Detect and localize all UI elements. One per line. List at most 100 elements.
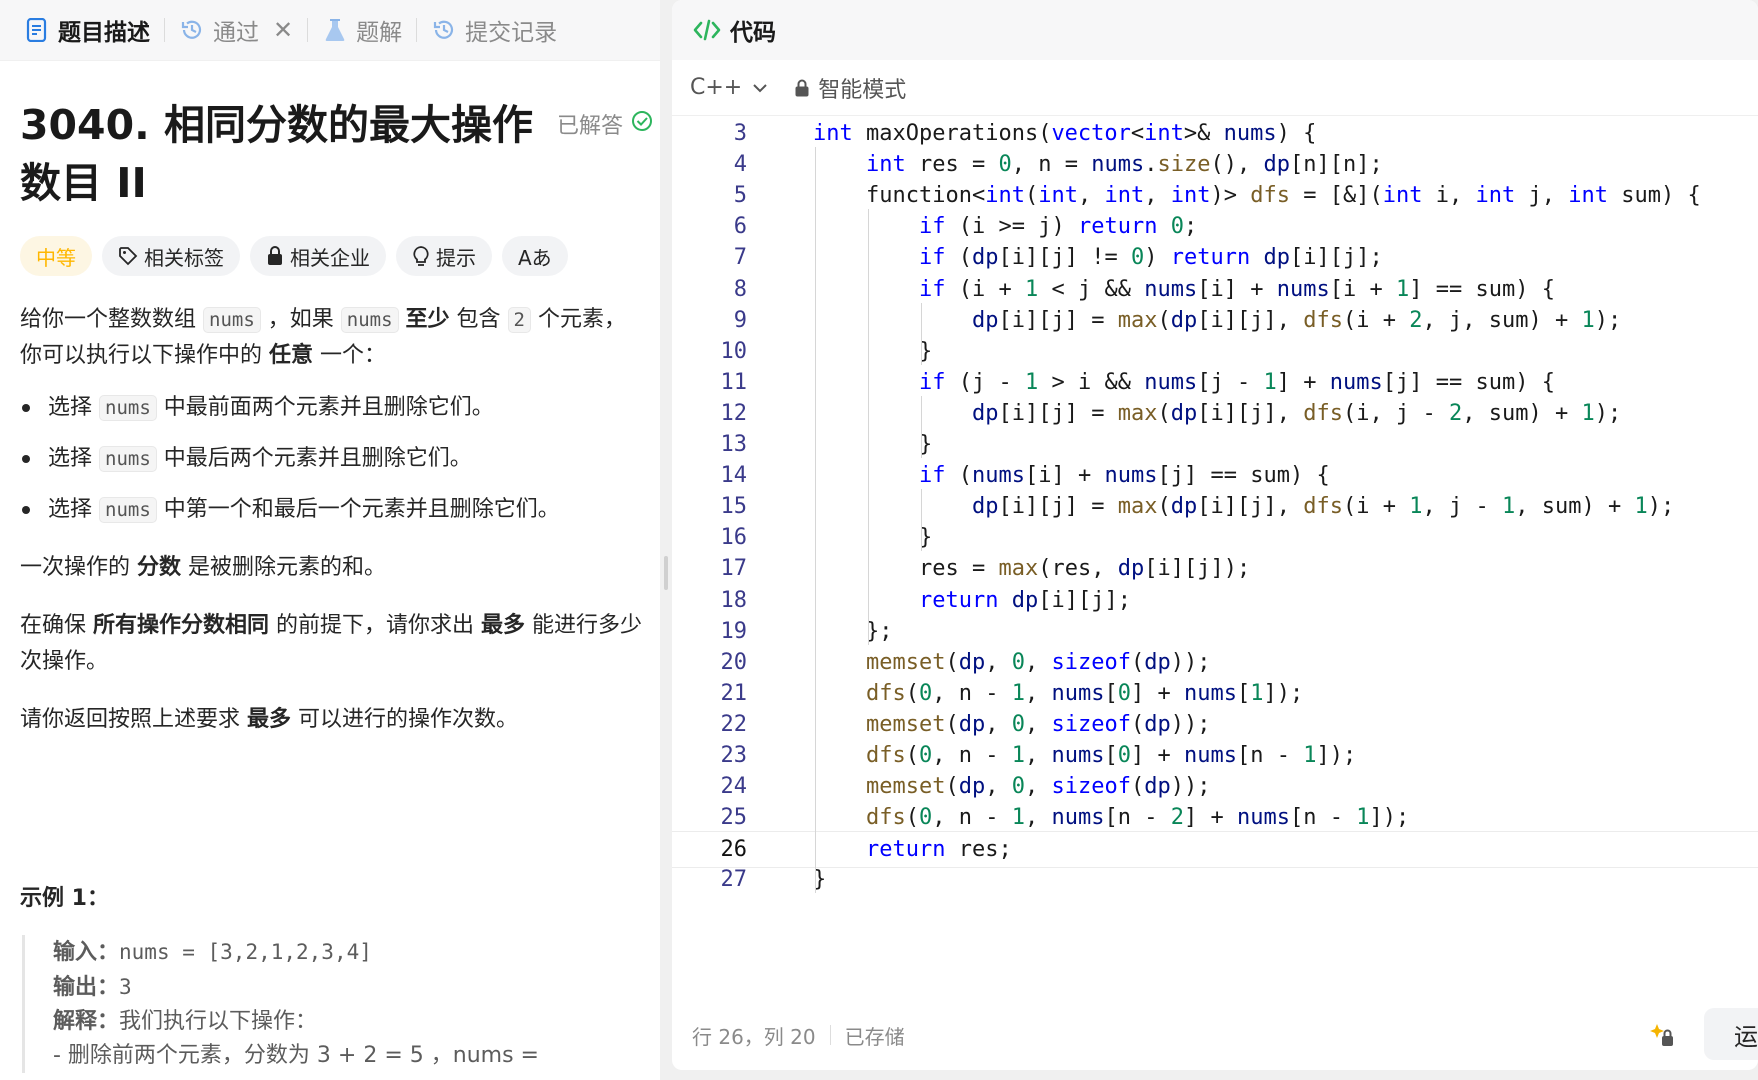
tab-submissions[interactable]: 提交记录 <box>421 0 567 60</box>
close-icon[interactable]: ✕ <box>273 16 293 44</box>
text: 的前提下，请你求出 <box>269 613 482 638</box>
lightbulb-icon <box>412 245 430 267</box>
text: 给你一个整数数组 <box>20 307 203 332</box>
description-paragraph: 请你返回按照上述要求 最多 可以进行的操作次数。 <box>20 702 650 738</box>
code-line[interactable]: 14 if (nums[i] + nums[j] == sum) { <box>672 458 1758 493</box>
code-line[interactable]: 10} <box>672 334 1758 369</box>
tab-accepted[interactable]: 通过 ✕ <box>169 0 303 60</box>
line-number: 3 <box>733 121 747 146</box>
run-button[interactable]: 运行 <box>1704 1008 1758 1060</box>
code-line[interactable]: 8 if (i + 1 < j && nums[i] + nums[i + 1] … <box>672 272 1758 307</box>
input-value: nums = [3,2,1,2,3,4] <box>119 940 372 964</box>
code-line[interactable]: 19}; <box>672 614 1758 649</box>
code-text: res = max(res, dp[i][j]); <box>919 556 1251 582</box>
code-text: function<int(int, int, int)> dfs = [&](i… <box>866 183 1701 209</box>
inline-code: nums <box>99 395 157 421</box>
line-number: 7 <box>733 245 747 271</box>
example-explanation: 解释：我们执行以下操作： <box>53 1005 660 1039</box>
related-tags-button[interactable]: 相关标签 <box>102 236 240 276</box>
line-number: 23 <box>720 743 748 768</box>
history-icon <box>431 17 457 43</box>
line-number: 16 <box>720 525 748 551</box>
code-line[interactable]: 23 dfs(0, n - 1, nums[0] + nums[n - 1]); <box>672 738 1758 773</box>
indent-guide <box>921 395 922 459</box>
code-text: if (j - 1 > i && nums[j - 1] + nums[j] =… <box>919 369 1555 395</box>
tab-divider <box>416 18 418 42</box>
code-line[interactable]: 18 return dp[i][j]; <box>672 583 1758 618</box>
code-text: dfs(0, n - 1, nums[0] + nums[n - 1]); <box>866 743 1357 768</box>
line-number: 9 <box>733 307 747 333</box>
text: 选择 <box>48 395 99 420</box>
code-line[interactable]: 20 memset(dp, 0, sizeof(dp)); <box>672 645 1758 680</box>
panel-splitter[interactable] <box>660 0 672 1080</box>
smart-mode-label: 智能模式 <box>818 77 907 103</box>
code-line[interactable]: 9 dp[i][j] = max(dp[i][j], dfs(i + 2, j, … <box>672 303 1758 338</box>
code-line[interactable]: 6 if (i >= j) return 0; <box>672 209 1758 244</box>
code-text: int maxOperations(vector<int>& nums) { <box>813 121 1317 146</box>
indent-guide <box>815 147 816 894</box>
code-line[interactable]: 24 memset(dp, 0, sizeof(dp)); <box>672 769 1758 804</box>
text: 是被删除元素的和。 <box>181 555 387 580</box>
code-line[interactable]: 4 int res = 0, n = nums.size(), dp[n][n]; <box>672 147 1758 182</box>
line-number: 22 <box>720 711 748 737</box>
related-tags-label: 相关标签 <box>144 245 224 270</box>
related-companies-button[interactable]: 相关企业 <box>250 236 386 276</box>
code-text: dp[i][j] = max(dp[i][j], dfs(i + 1, j - … <box>972 494 1675 520</box>
operation-list: 选择 nums 中最前面两个元素并且删除它们。 选择 nums 中最后两个元素并… <box>20 390 650 528</box>
example-block: 输入：nums = [3,2,1,2,3,4] 输出：3 解释：我们执行以下操作… <box>22 935 660 1073</box>
inline-code: 2 <box>507 307 531 333</box>
text: 请你返回按照上述要求 <box>20 707 247 732</box>
flask-icon <box>322 17 348 43</box>
code-text: memset(dp, 0, sizeof(dp)); <box>866 711 1211 737</box>
code-line[interactable]: 11 if (j - 1 > i && nums[j - 1] + nums[j]… <box>672 365 1758 400</box>
text: 在确保 <box>20 613 93 638</box>
code-icon <box>692 18 722 42</box>
code-line[interactable]: 15 dp[i][j] = max(dp[i][j], dfs(i + 1, j … <box>672 489 1758 524</box>
code-text: dfs(0, n - 1, nums[n - 2] + nums[n - 1])… <box>866 805 1410 831</box>
line-number: 10 <box>720 338 748 364</box>
smart-mode-toggle[interactable]: 智能模式 <box>794 72 906 104</box>
editor-status-bar: 行 26，列 20 已存储 <box>672 1005 1758 1065</box>
tab-divider <box>307 18 309 42</box>
code-line[interactable]: 17 res = max(res, dp[i][j]); <box>672 551 1758 586</box>
code-line[interactable]: 21 dfs(0, n - 1, nums[0] + nums[1]); <box>672 676 1758 711</box>
output-label: 输出： <box>53 975 120 1000</box>
code-line[interactable]: 7 if (dp[i][j] != 0) return dp[i][j]; <box>672 240 1758 275</box>
font-toggle-button[interactable]: Aあ <box>502 236 568 276</box>
ai-assistant-icon[interactable] <box>1647 1020 1677 1054</box>
code-text: if (i + 1 < j && nums[i] + nums[i + 1] =… <box>919 276 1555 302</box>
line-number: 15 <box>720 494 748 520</box>
drag-handle-icon[interactable] <box>664 556 668 590</box>
code-line[interactable]: 13} <box>672 427 1758 462</box>
inline-code: nums <box>340 307 399 333</box>
line-number: 11 <box>720 369 748 395</box>
tab-solutions[interactable]: 题解 <box>312 0 412 60</box>
text: 一次操作的 <box>20 555 137 580</box>
example-input: 输入：nums = [3,2,1,2,3,4] <box>53 935 660 970</box>
indent-guide <box>921 489 922 552</box>
code-line[interactable]: 27} <box>672 862 1758 897</box>
code-line[interactable]: 12 dp[i][j] = max(dp[i][j], dfs(i, j - 2,… <box>672 396 1758 431</box>
text: 选择 <box>48 497 99 522</box>
text: 可以进行的操作次数。 <box>291 707 519 732</box>
problem-panel: 题目描述 通过 ✕ 题解 提交记录 3040. 相同分数的最大操作数目 II 已… <box>0 0 660 1080</box>
hint-button[interactable]: 提示 <box>396 236 492 276</box>
text: 中第一个和最后一个元素并且删除它们。 <box>156 497 560 522</box>
chevron-down-icon <box>752 83 768 93</box>
code-line[interactable]: 16} <box>672 520 1758 555</box>
hint-label: 提示 <box>436 245 476 270</box>
language-select[interactable]: C++ <box>690 75 768 100</box>
code-editor[interactable]: 3 int maxOperations(vector<int>& nums) {4… <box>672 116 1758 984</box>
code-line[interactable]: 25 dfs(0, n - 1, nums[n - 2] + nums[n - 1… <box>672 800 1758 835</box>
output-value: 3 <box>119 975 132 999</box>
bold-text: 分数 <box>137 555 182 580</box>
line-number: 17 <box>720 556 748 582</box>
code-line[interactable]: 3 int maxOperations(vector<int>& nums) { <box>672 116 1758 151</box>
code-line[interactable]: 22 memset(dp, 0, sizeof(dp)); <box>672 707 1758 742</box>
inline-code: nums <box>99 497 157 523</box>
cursor-position: 行 26，列 20 <box>692 1024 816 1049</box>
indent-guide <box>921 302 922 365</box>
description-icon <box>24 17 50 43</box>
code-line[interactable]: 5 function<int(int, int, int)> dfs = [&](… <box>672 178 1758 213</box>
tab-description[interactable]: 题目描述 <box>14 0 160 60</box>
